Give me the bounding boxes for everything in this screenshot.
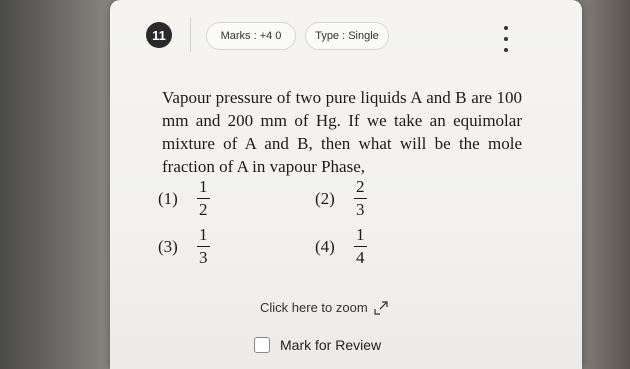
option-2[interactable]: (2) 2 3 [315,178,368,219]
fraction-numerator: 1 [356,225,365,244]
fraction-numerator: 2 [356,177,365,196]
review-label: Mark for Review [280,337,382,353]
option-label: (2) [315,188,335,208]
option-4[interactable]: (4) 1 4 [315,226,368,267]
fraction-numerator: 1 [199,177,208,196]
option-fraction: 2 3 [353,178,368,219]
option-label: (4) [315,236,335,256]
zoom-label: Click here to zoom [260,300,368,315]
kebab-dot [504,48,508,52]
option-3[interactable]: (3) 1 3 [158,226,211,267]
kebab-dot [504,26,508,30]
checkbox-icon[interactable] [254,337,270,353]
fraction-denominator: 3 [356,200,365,219]
fraction-numerator: 1 [199,225,208,244]
kebab-menu-icon[interactable] [498,26,514,52]
option-label: (3) [158,236,178,256]
option-1[interactable]: (1) 1 2 [158,178,211,219]
kebab-dot [504,37,508,41]
question-screen: 11 Marks : +4 0 Type : Single Vapour pre… [110,0,582,369]
marks-pill: Marks : +4 0 [206,22,296,50]
question-text: Vapour pressure of two pure liquids A an… [162,88,522,176]
header-divider [190,18,191,52]
fraction-denominator: 2 [199,200,208,219]
question-number-badge: 11 [146,22,172,48]
option-label: (1) [158,188,178,208]
type-pill: Type : Single [305,22,389,50]
zoom-link[interactable]: Click here to zoom [260,300,388,315]
expand-arrow-icon [374,300,388,315]
mark-for-review[interactable]: Mark for Review [254,337,381,353]
device-bezel-left [0,0,118,369]
option-fraction: 1 4 [353,226,368,267]
option-fraction: 1 3 [196,226,211,267]
option-fraction: 1 2 [196,178,211,219]
fraction-denominator: 4 [356,248,365,267]
fraction-denominator: 3 [199,248,208,267]
